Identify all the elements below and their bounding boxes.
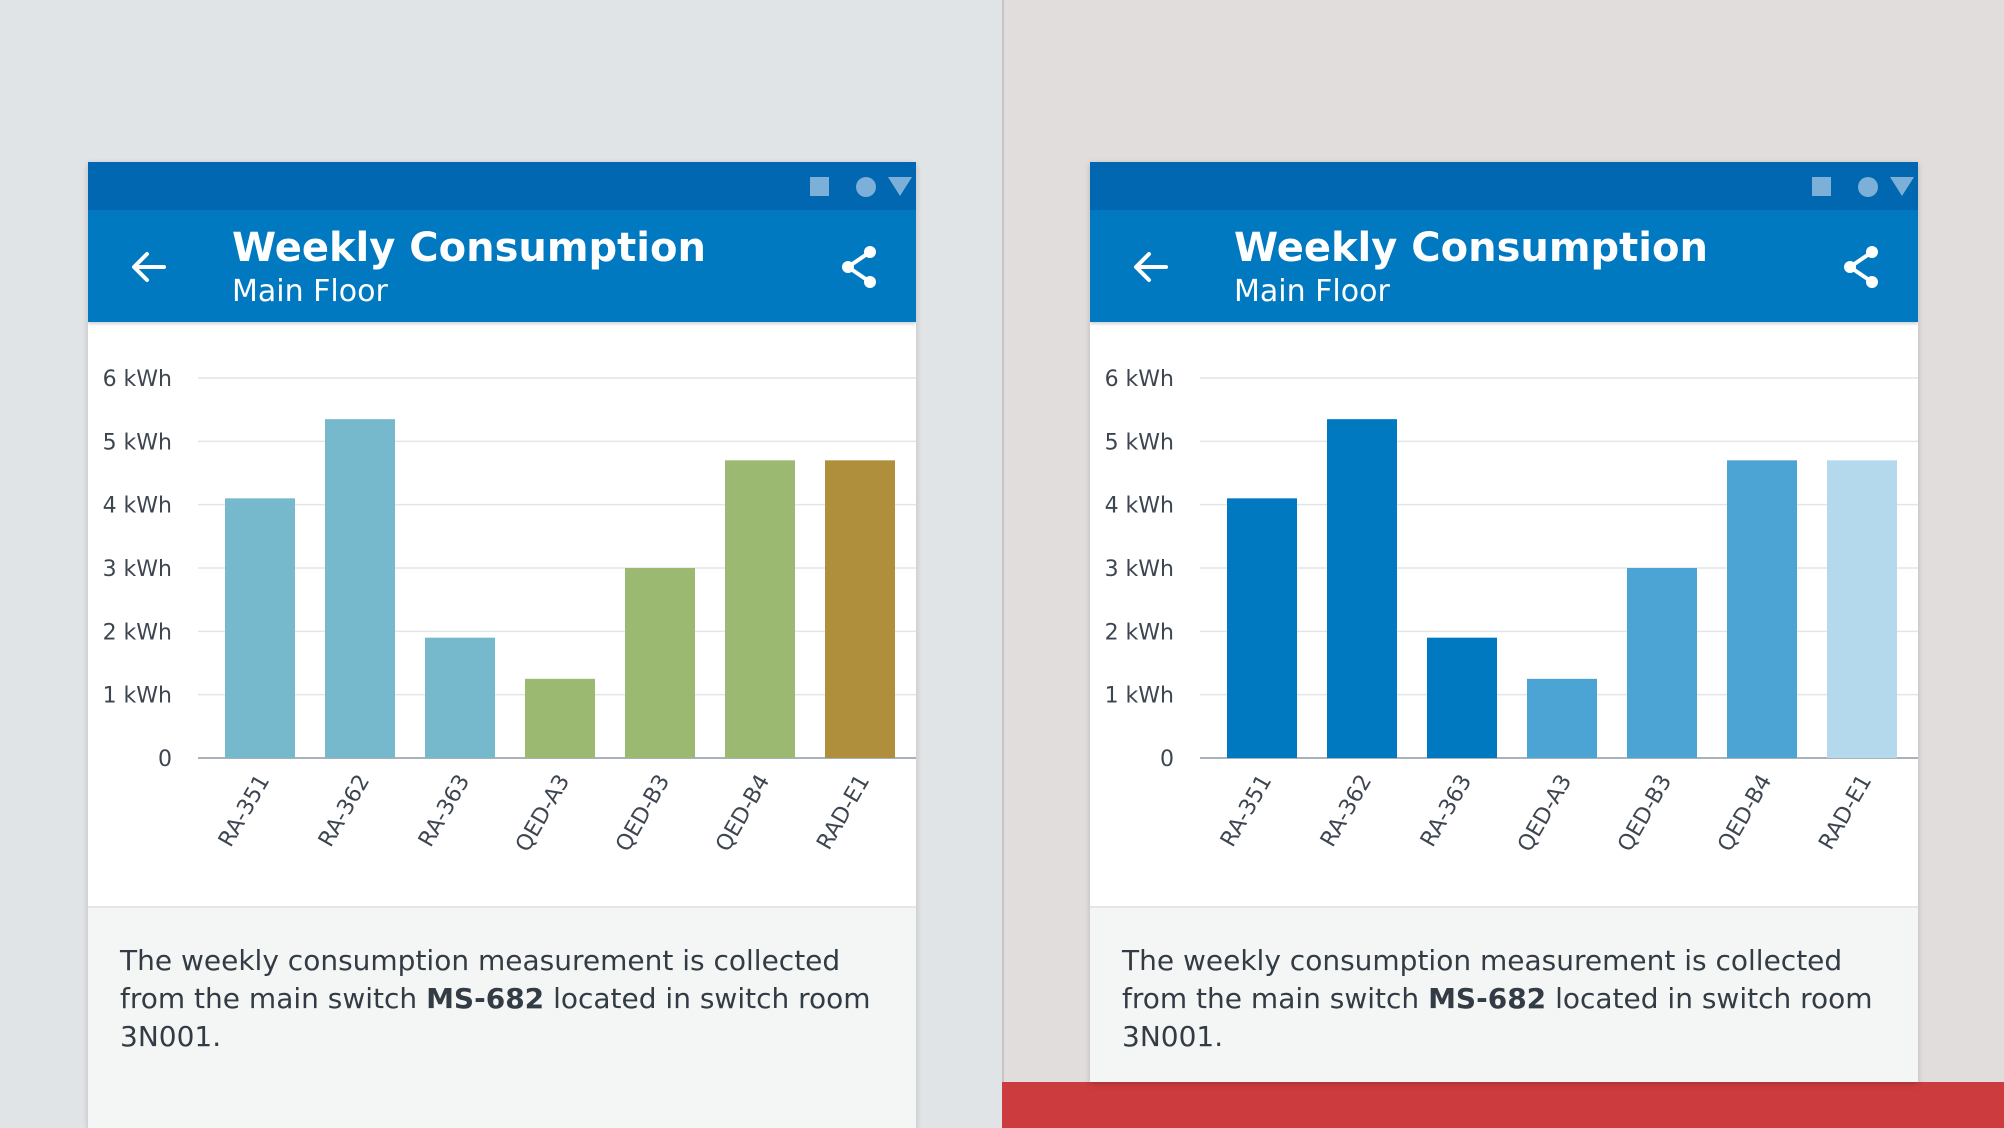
x-tick-label: QED-A3 xyxy=(511,771,575,857)
bar xyxy=(225,498,295,758)
circle-icon xyxy=(1858,177,1878,197)
page-title: Weekly Consumption xyxy=(1234,225,1708,271)
panel-divider xyxy=(1002,0,1004,1128)
y-tick-label: 4 kWh xyxy=(103,494,172,519)
bar xyxy=(725,460,795,758)
bar xyxy=(425,637,495,758)
x-tick-label: QED-B3 xyxy=(1613,771,1677,857)
switch-id: MS-682 xyxy=(1428,982,1547,1015)
circle-icon xyxy=(856,177,876,197)
bar xyxy=(1527,678,1597,758)
x-tick-label: RA-351 xyxy=(214,771,275,852)
bar xyxy=(1227,498,1297,758)
back-arrow-icon[interactable] xyxy=(122,240,176,294)
y-tick-label: 1 kWh xyxy=(103,684,172,709)
y-tick-label: 6 kWh xyxy=(103,367,172,392)
x-tick-label: QED-B4 xyxy=(711,771,775,857)
y-tick-label: 2 kWh xyxy=(103,620,172,645)
x-tick-label: RA-351 xyxy=(1216,771,1277,852)
bar xyxy=(1427,637,1497,758)
description-panel: The weekly consumption measurement is co… xyxy=(88,906,916,1128)
x-tick-label: RA-363 xyxy=(1416,771,1477,852)
x-tick-label: QED-B3 xyxy=(611,771,675,857)
square-icon xyxy=(810,177,829,196)
y-tick-label: 6 kWh xyxy=(1105,367,1174,392)
x-tick-label: QED-B4 xyxy=(1713,771,1777,857)
page-subtitle: Main Floor xyxy=(232,274,388,309)
y-tick-label: 3 kWh xyxy=(103,557,172,582)
y-tick-label: 3 kWh xyxy=(1105,557,1174,582)
bar xyxy=(525,678,595,758)
page-subtitle: Main Floor xyxy=(1234,274,1390,309)
y-tick-label: 2 kWh xyxy=(1105,620,1174,645)
bottom-accent-bar xyxy=(1002,1082,2004,1128)
bar xyxy=(1327,419,1397,758)
bar xyxy=(325,419,395,758)
y-tick-label: 0 xyxy=(158,747,172,772)
share-icon[interactable] xyxy=(1834,240,1888,294)
x-tick-label: QED-A3 xyxy=(1513,771,1577,857)
x-tick-label: RA-362 xyxy=(314,771,375,852)
bar xyxy=(1727,460,1797,758)
bar xyxy=(1627,568,1697,758)
y-tick-label: 4 kWh xyxy=(1105,494,1174,519)
app-bar: Weekly Consumption Main Floor xyxy=(1090,210,1918,322)
back-arrow-icon[interactable] xyxy=(1124,240,1178,294)
bar xyxy=(825,460,895,758)
y-tick-label: 1 kWh xyxy=(1105,684,1174,709)
x-tick-label: RA-363 xyxy=(414,771,475,852)
bar xyxy=(1827,460,1897,758)
description-text: The weekly consumption measurement is co… xyxy=(120,942,900,1056)
description-text: The weekly consumption measurement is co… xyxy=(1122,942,1902,1056)
status-bar xyxy=(1090,162,1918,210)
x-tick-label: RAD-E1 xyxy=(1814,771,1877,855)
bar-chart: 0 1 kWh 2 kWh 3 kWh 4 kWh 5 kWh 6 kWh RA-351 RA-… xyxy=(88,322,916,906)
phone-screen-right: Weekly Consumption Main Floor 0 1 kWh 2 kW… xyxy=(1090,162,1918,1082)
y-tick-label: 0 xyxy=(1160,747,1174,772)
description-panel: The weekly consumption measurement is co… xyxy=(1090,906,1918,1082)
triangle-icon xyxy=(1890,177,1914,196)
bar xyxy=(625,568,695,758)
status-bar xyxy=(88,162,916,210)
phone-screen-left: Weekly Consumption Main Floor 0 1 kWh 2 kW… xyxy=(88,162,916,1128)
y-tick-label: 5 kWh xyxy=(103,430,172,455)
app-bar: Weekly Consumption Main Floor xyxy=(88,210,916,322)
switch-id: MS-682 xyxy=(426,982,545,1015)
bar-chart: 0 1 kWh 2 kWh 3 kWh 4 kWh 5 kWh 6 kWh RA-351 RA-… xyxy=(1090,322,1918,906)
x-tick-label: RAD-E1 xyxy=(812,771,875,855)
triangle-icon xyxy=(888,177,912,196)
square-icon xyxy=(1812,177,1831,196)
x-tick-label: RA-362 xyxy=(1316,771,1377,852)
page-title: Weekly Consumption xyxy=(232,225,706,271)
share-icon[interactable] xyxy=(832,240,886,294)
y-tick-label: 5 kWh xyxy=(1105,430,1174,455)
